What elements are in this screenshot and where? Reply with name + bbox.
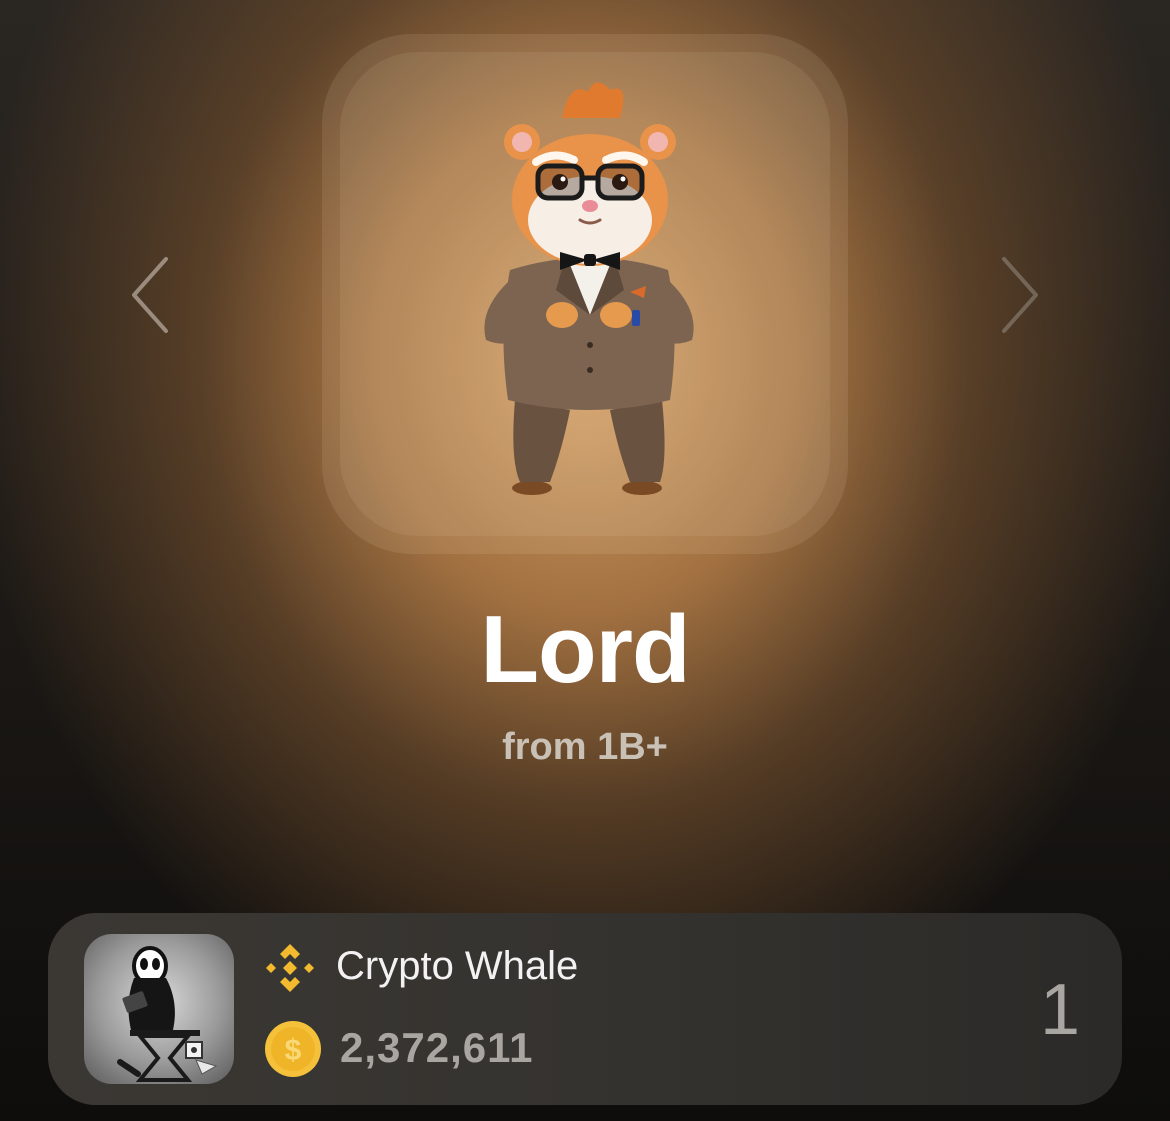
avatar: [84, 934, 234, 1084]
svg-text:$: $: [285, 1034, 302, 1067]
dollar-coin-icon: $: [265, 1021, 321, 1077]
level-title: Lord: [480, 596, 690, 703]
level-screen: Lord from 1B+ Crypto Whale $ 2,372,611 1: [0, 0, 1170, 1121]
hamster-lord-image: [484, 82, 694, 495]
coin-balance: 2,372,611: [340, 1024, 534, 1071]
leaderboard-rank: 1: [1039, 970, 1081, 1050]
chevron-right-icon[interactable]: [998, 255, 1042, 335]
chevron-left-icon[interactable]: [128, 255, 172, 335]
level-threshold: from 1B+: [502, 726, 668, 768]
binance-icon: [266, 944, 314, 992]
player-name: Crypto Whale: [336, 944, 579, 988]
